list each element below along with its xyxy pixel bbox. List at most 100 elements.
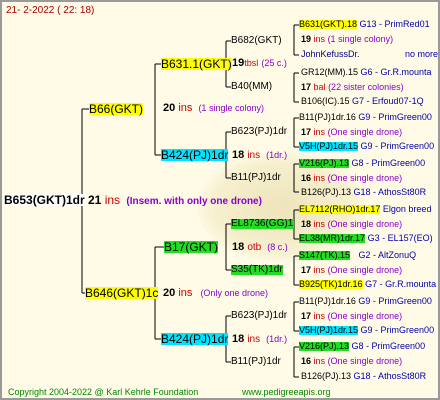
gen4-row-10[interactable]: EL38(MR)1dr.17 G3 - EL157(EO): [299, 234, 438, 243]
gen1-ins-1: ins: [178, 102, 193, 114]
gen4-label-3: GR12(MM).15: [301, 68, 359, 77]
gen2-node-2[interactable]: B424(PJ)1dr: [161, 149, 229, 161]
gen3-node-8[interactable]: B11(PJ)1dr: [231, 357, 281, 367]
gen4-label-9: EL7112(RHO)1dr.17: [299, 205, 381, 214]
gen4-row-13[interactable]: B11(PJ)1dr.16 G9 - PrimGreen00: [299, 297, 438, 306]
gen4-note-8: (One single drone): [327, 356, 403, 366]
gen2-note-1: (25 c.): [261, 58, 287, 68]
pedigree-chart: 21- 2-2022 ( 22: 18) B653(GKT)1dr 21 ins…: [0, 0, 440, 400]
gen4-num-6: 17: [301, 265, 312, 275]
gen4-suffix-16: G18 - AthosSt80R: [353, 372, 427, 381]
gen1-node-2[interactable]: B646(GKT)1c: [85, 287, 159, 299]
gen2-note-3: (8 c.): [267, 242, 288, 252]
gen4-label-16: B126(PJ).13: [301, 372, 352, 381]
gen2-ins-3: otb: [247, 242, 262, 253]
gen4-label-2: JohnKefussDr.: [301, 49, 360, 59]
gen2-num-1: 19: [232, 57, 245, 69]
gen4-suffix-14: G9 - PrimGreen00: [360, 326, 435, 335]
gen4-label-11: S147(TK).15: [299, 251, 351, 260]
gen2-node-3[interactable]: B17(GKT): [164, 241, 219, 253]
footer-copyright: Copyright 2004-2022 @ Karl Kehrle Founda…: [8, 387, 199, 397]
gen3-node-4[interactable]: B11(PJ)1dr: [231, 173, 281, 183]
gen4-row-4[interactable]: B106(IC).15 G7 - Erfoud07-1Q: [301, 97, 438, 106]
gen3-node-2[interactable]: B40(MM): [231, 82, 272, 92]
gen4-suffix-1: G13 - PrimRed01: [359, 20, 430, 29]
gen2-note-2: (1dr.): [266, 150, 288, 160]
gen4-label-10: EL38(MR)1dr.17: [299, 234, 366, 243]
gen3-node-7[interactable]: B623(PJ)1dr: [231, 311, 287, 321]
gen2-info-2: 18 ins (1dr.): [232, 150, 287, 161]
gen4-ins-5: ins: [313, 219, 326, 229]
gen4-row-12[interactable]: B925(TK)1dr.16 G7 - Gr.R.mounta: [299, 280, 438, 289]
gen4-row-1[interactable]: B631(GKT).18 G13 - PrimRed01: [299, 20, 438, 29]
gen2-info-4: 18 ins (1dr.): [232, 334, 287, 345]
gen4-row-9[interactable]: EL7112(RHO)1dr.17 Elgon breed: [299, 205, 438, 214]
gen1-note-1: (1 single colony): [198, 103, 264, 113]
gen4-label-5: B11(PJ)1dr.16: [299, 113, 356, 122]
gen4-note-6: (One single drone): [327, 265, 403, 275]
root-note: (Insem. with only one drone): [126, 196, 262, 207]
gen4-label-15: V216(PJ).13: [299, 342, 350, 351]
gen4-label-8: B126(PJ).13: [301, 188, 352, 197]
root-ins: ins: [104, 193, 121, 207]
gen4-num-7: 17: [301, 311, 312, 321]
gen4-suffix-11: G2 - AltZonuQ: [358, 251, 417, 260]
gen4-suffix-7: G8 - PrimGreen00: [351, 159, 426, 168]
gen4-row-2[interactable]: JohnKefussDr. no more: [301, 49, 438, 59]
gen4-ins-2: bal: [313, 82, 326, 92]
gen4-info-2: 17 bal (22 sister colonies): [301, 83, 404, 92]
gen4-info-3: 17 ins (One single drone): [301, 128, 402, 137]
gen4-info-7: 17 ins (One single drone): [301, 312, 402, 321]
gen1-info-1: 20 ins (1 single colony): [163, 103, 264, 114]
gen2-ins-4: ins: [247, 334, 261, 345]
gen2-node-1[interactable]: B631.1(GKT): [161, 58, 232, 70]
gen4-ins-8: ins: [313, 356, 326, 366]
gen4-note-1: (1 single colony): [327, 34, 394, 44]
gen4-suffix-9: Elgon breed: [382, 205, 432, 214]
gen4-label-4: B106(IC).15: [301, 97, 350, 106]
gen2-info-1: 19tbsl (25 c.): [232, 58, 287, 69]
gen4-row-3[interactable]: GR12(MM).15 G6 - Gr.R.mounta: [301, 68, 438, 77]
gen4-row-16[interactable]: B126(PJ).13 G18 - AthosSt80R: [301, 372, 438, 381]
gen4-suffix-12: G7 - Gr.R.mounta: [365, 280, 437, 289]
gen1-node-1[interactable]: B66(GKT): [89, 103, 144, 115]
gen4-label-6: V5H(PJ)1dr.15: [299, 142, 359, 151]
gen3-node-1[interactable]: B682(GKT): [231, 36, 282, 46]
gen4-ins-6: ins: [313, 265, 326, 275]
gen2-num-2: 18: [232, 149, 245, 161]
gen1-num-2: 20: [163, 287, 176, 299]
gen4-suffix-5: G9 - PrimGreen00: [358, 113, 432, 122]
gen1-ins-2: ins: [178, 287, 193, 299]
root-node[interactable]: B653(GKT)1dr: [3, 194, 86, 206]
gen4-label-1: B631(GKT).18: [299, 20, 358, 29]
gen4-row-5[interactable]: B11(PJ)1dr.16 G9 - PrimGreen00: [299, 113, 438, 122]
gen3-node-5[interactable]: EL8736(GG)1: [231, 219, 294, 229]
gen2-ins-2: ins: [247, 150, 261, 161]
gen4-row-11[interactable]: S147(TK).15 G2 - AltZonuQ: [299, 251, 438, 260]
gen4-suffix-6: G9 - PrimGreen00: [360, 142, 435, 151]
gen2-node-4[interactable]: B424(PJ)1dr: [161, 333, 229, 345]
gen4-info-8: 16 ins (One single drone): [301, 357, 402, 366]
gen4-info-4: 16 ins (One single drone): [301, 174, 402, 183]
gen4-row-7[interactable]: V216(PJ).13 G8 - PrimGreen00: [299, 159, 438, 168]
gen4-suffix-3: G6 - Gr.R.mounta: [360, 68, 432, 77]
gen4-row-6[interactable]: V5H(PJ)1dr.15 G9 - PrimGreen00: [299, 142, 438, 151]
gen4-label-12: B925(TK)1dr.16: [299, 280, 363, 289]
gen4-row-8[interactable]: B126(PJ).13 G18 - AthosSt80R: [301, 188, 438, 197]
gen4-row-14[interactable]: V5H(PJ)1dr.15 G9 - PrimGreen00: [299, 326, 438, 335]
footer-site[interactable]: www.pedigreeapis.org: [242, 388, 331, 397]
gen4-ins-7: ins: [313, 311, 326, 321]
gen1-info-2: 20 ins (Only one drone): [163, 288, 268, 299]
gen3-node-6[interactable]: S35(TK)1dr: [231, 265, 283, 275]
gen4-suffix-8: G18 - AthosSt80R: [353, 188, 427, 197]
gen4-suffix-10: G3 - EL157(EO): [367, 234, 433, 243]
gen4-info-1: 19 ins (1 single colony): [301, 35, 393, 44]
gen4-row-15[interactable]: V216(PJ).13 G8 - PrimGreen00: [299, 342, 438, 351]
gen4-note-3: (One single drone): [327, 127, 403, 137]
gen3-node-3[interactable]: B623(PJ)1dr: [231, 127, 287, 137]
gen4-note-2: (22 sister colonies): [328, 82, 404, 92]
gen4-note-5: (One single drone): [327, 219, 403, 229]
gen4-num-8: 16: [301, 356, 312, 366]
gen4-num-1: 19: [301, 34, 312, 44]
date-stamp: 21- 2-2022 ( 22: 18): [6, 5, 95, 16]
